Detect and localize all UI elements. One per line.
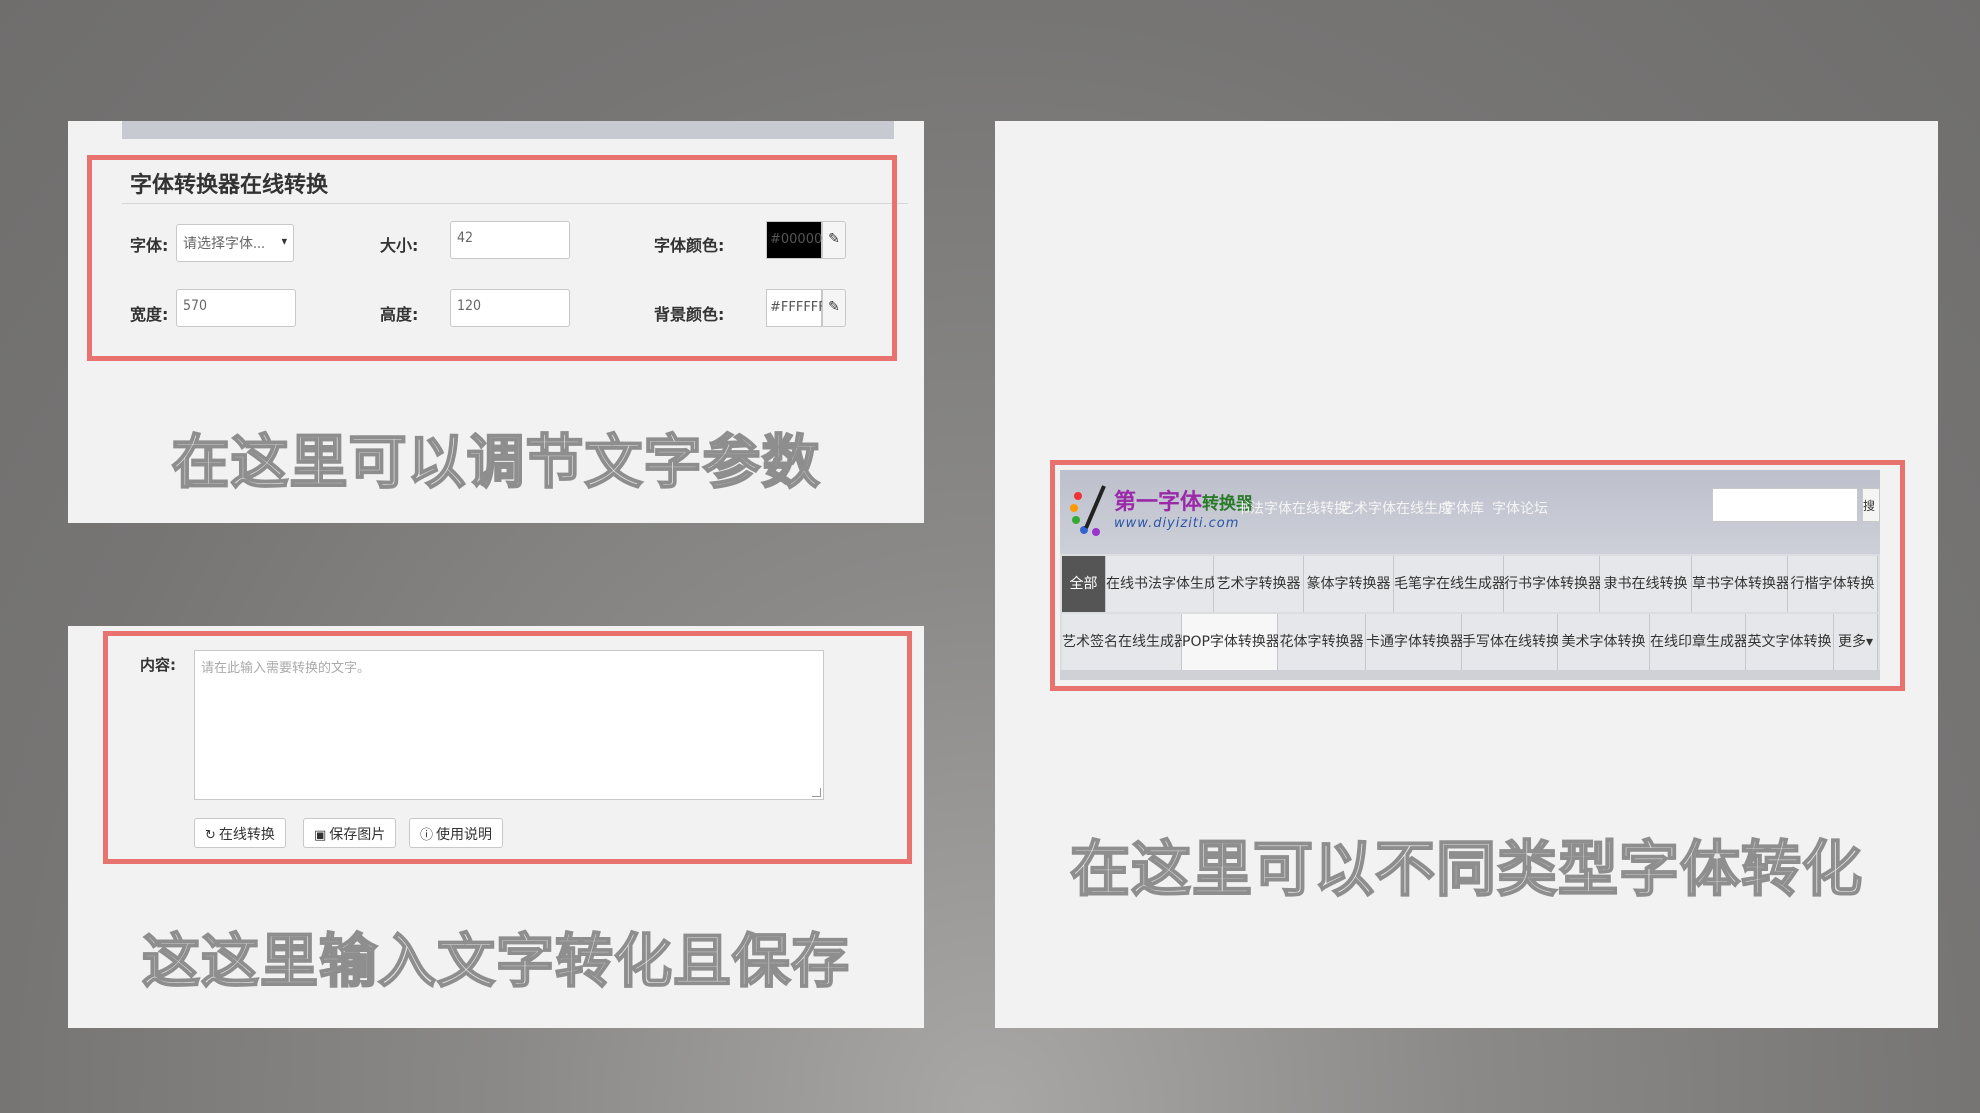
highlight-box-settings [87, 155, 897, 361]
top-scroll-bar [122, 121, 894, 139]
panel2-caption: 这这里输入文字转化且保存 [141, 926, 850, 996]
highlight-box-content [103, 631, 912, 864]
panel1-caption: 在这里可以调节文字参数 [170, 427, 821, 497]
highlight-box-categories [1050, 460, 1905, 691]
panel3-caption: 在这里可以不同类型字体转化 [1069, 834, 1863, 906]
